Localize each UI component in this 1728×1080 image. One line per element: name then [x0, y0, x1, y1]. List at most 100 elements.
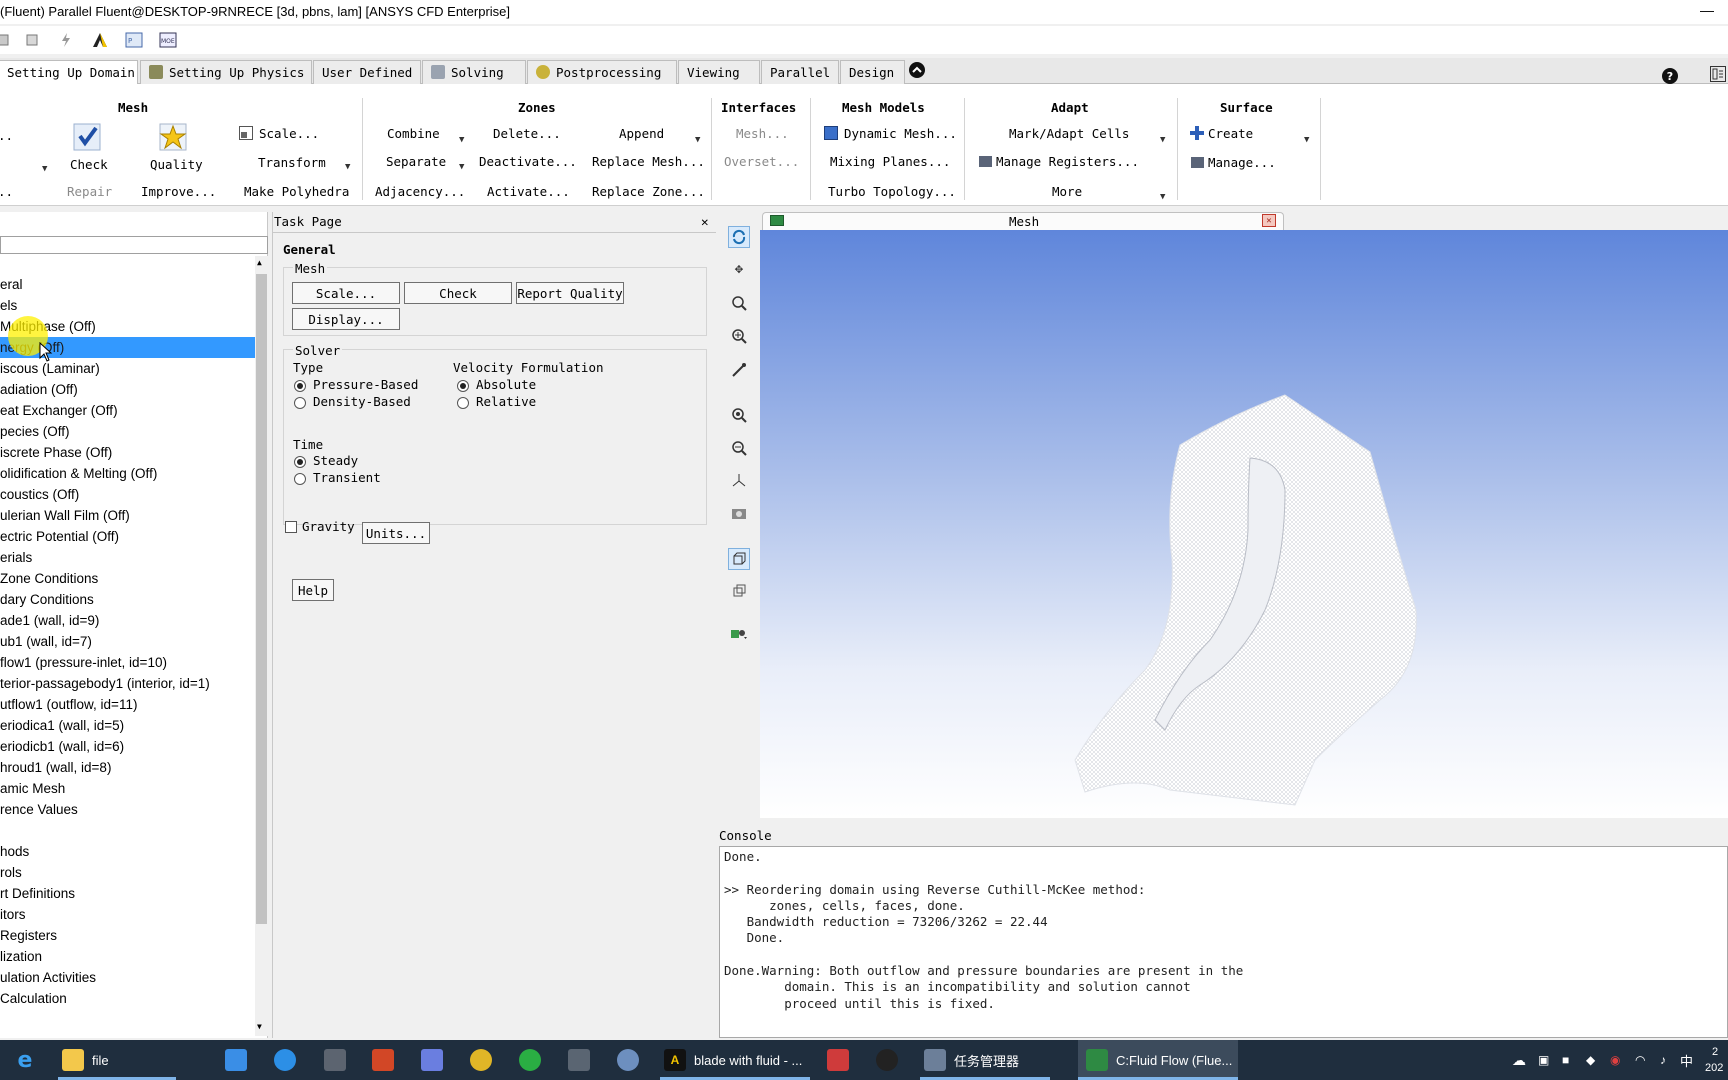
tree-item[interactable]: eat Exchanger (Off) [0, 400, 255, 421]
tree-item[interactable]: Zone Conditions [0, 568, 255, 589]
more-button[interactable]: More [1052, 184, 1082, 199]
tree-item[interactable]: dary Conditions [0, 589, 255, 610]
layout-icon[interactable] [1710, 66, 1726, 82]
check-button[interactable]: Check [404, 282, 512, 304]
tree-item[interactable]: eriodica1 (wall, id=5) [0, 715, 255, 736]
more-dropdown-icon[interactable]: ▼ [1160, 192, 1165, 202]
tree-item[interactable]: els [0, 295, 255, 316]
tab-setting-up-physics[interactable]: Setting Up Physics [140, 60, 312, 84]
mesh-left-button-2[interactable]: .. [0, 184, 13, 199]
tree-item[interactable]: ulation Activities [0, 967, 255, 988]
tab-user-defined[interactable]: User Defined [313, 60, 421, 84]
cloud-icon[interactable]: ☁ [1512, 1040, 1526, 1080]
graphics-viewport[interactable] [760, 230, 1728, 818]
transient-radio[interactable] [294, 473, 306, 485]
tree-item[interactable]: eriodicb1 (wall, id=6) [0, 736, 255, 757]
safari-icon[interactable] [274, 1040, 304, 1080]
units-button[interactable]: Units... [362, 522, 430, 544]
gravity-checkbox[interactable] [285, 521, 297, 533]
tree-item[interactable] [0, 820, 255, 841]
separate-dropdown-icon[interactable]: ▼ [459, 162, 464, 172]
tree-item[interactable]: flow1 (pressure-inlet, id=10) [0, 652, 255, 673]
tree-item[interactable]: ectric Potential (Off) [0, 526, 255, 547]
tree-item[interactable]: utflow1 (outflow, id=11) [0, 694, 255, 715]
taskbar-workbench[interactable]: A blade with fluid - ... [664, 1040, 814, 1080]
transform-dropdown-icon[interactable]: ▼ [345, 162, 350, 172]
tray-icon-2[interactable]: ■ [1562, 1040, 1569, 1080]
tray-icon-1[interactable]: ▣ [1538, 1040, 1549, 1080]
taskbar-fluent[interactable]: C:Fluid Flow (Flue... [1078, 1040, 1238, 1080]
rotate-icon[interactable] [728, 226, 750, 248]
save-icon[interactable] [22, 30, 42, 50]
console-output[interactable]: Done. >> Reordering domain using Reverse… [719, 846, 1728, 1038]
turbo-topology-button[interactable]: Turbo Topology... [828, 184, 956, 199]
wechat-icon[interactable] [519, 1040, 549, 1080]
create-surface-button[interactable]: Create [1208, 126, 1253, 141]
adjacency-button[interactable]: Adjacency... [375, 184, 465, 199]
scale-button[interactable]: Scale... [292, 282, 400, 304]
app-icon[interactable] [421, 1040, 451, 1080]
combine-dropdown-icon[interactable]: ▼ [459, 135, 464, 145]
tree-filter-input[interactable] [0, 236, 268, 254]
clock-date[interactable]: 202 [1705, 1048, 1723, 1080]
activate-button[interactable]: Activate... [487, 184, 570, 199]
wifi-icon[interactable]: ◠ [1635, 1040, 1645, 1080]
density-based-radio[interactable] [294, 397, 306, 409]
tree-item[interactable]: ulerian Wall Film (Off) [0, 505, 255, 526]
app2-icon[interactable] [827, 1040, 857, 1080]
tree-item[interactable]: hods [0, 841, 255, 862]
steady-radio[interactable] [294, 456, 306, 468]
transparency-icon[interactable] [728, 580, 750, 602]
display-button[interactable]: Display... [292, 308, 400, 330]
zoom-in-icon[interactable] [728, 325, 750, 347]
office-icon[interactable] [372, 1040, 402, 1080]
tab-postprocessing[interactable]: Postprocessing [527, 60, 677, 84]
tree-item[interactable]: ub1 (wall, id=7) [0, 631, 255, 652]
tab-solving[interactable]: Solving [422, 60, 526, 84]
zoom-out-icon[interactable] [728, 437, 750, 459]
collapse-ribbon-icon[interactable] [909, 62, 925, 78]
parameters-icon[interactable]: P [124, 30, 144, 50]
tree-item[interactable]: Registers [0, 925, 255, 946]
dropdown-arrow-icon[interactable]: ▼ [42, 164, 47, 174]
chrome-icon[interactable] [470, 1040, 500, 1080]
make-polyhedra-button[interactable]: Make Polyhedra [244, 184, 349, 199]
improve-button[interactable]: Improve... [141, 184, 216, 199]
open-icon[interactable] [0, 30, 12, 50]
scale-button[interactable]: Scale... [259, 126, 319, 141]
absolute-radio[interactable] [457, 380, 469, 392]
tab-setting-up-domain[interactable]: Setting Up Domain [0, 60, 138, 85]
pan-icon[interactable]: ✥ [728, 258, 750, 280]
tree-item[interactable]: eral [0, 274, 255, 295]
scroll-down-icon[interactable]: ▼ [257, 1022, 262, 1031]
security-icon[interactable]: ◆ [1586, 1040, 1595, 1080]
ansys-logo-icon[interactable] [90, 30, 110, 50]
tree-item[interactable]: rence Values [0, 799, 255, 820]
tree-item[interactable]: olidification & Melting (Off) [0, 463, 255, 484]
tree-scrollbar[interactable]: ▲ ▼ [255, 256, 268, 1036]
deactivate-button[interactable]: Deactivate... [479, 154, 577, 169]
tree-item[interactable]: adiation (Off) [0, 379, 255, 400]
tablet-icon[interactable] [568, 1040, 598, 1080]
quality-star-icon[interactable] [158, 122, 190, 152]
tree-item[interactable]: pecies (Off) [0, 421, 255, 442]
check-button[interactable]: Check [70, 157, 108, 172]
qq-icon[interactable] [876, 1040, 906, 1080]
relative-radio[interactable] [457, 397, 469, 409]
tab-parallel[interactable]: Parallel [761, 60, 839, 84]
report-quality-button[interactable]: Report Quality [516, 282, 624, 304]
tree-item[interactable]: coustics (Off) [0, 484, 255, 505]
view-3d-icon[interactable] [728, 548, 750, 570]
mark-adapt-dropdown-icon[interactable]: ▼ [1160, 135, 1165, 145]
manage-surface-button[interactable]: Manage... [1208, 155, 1276, 170]
combine-button[interactable]: Combine [387, 126, 440, 141]
tree-item[interactable]: ade1 (wall, id=9) [0, 610, 255, 631]
tab-viewing[interactable]: Viewing [678, 60, 760, 84]
task-page-close-icon[interactable]: ✕ [701, 214, 709, 229]
probe-icon[interactable] [728, 359, 750, 381]
append-button[interactable]: Append [619, 126, 664, 141]
mark-adapt-cells-button[interactable]: Mark/Adapt Cells [1009, 126, 1129, 141]
flash-icon[interactable] [56, 30, 76, 50]
edge-icon[interactable]: e [14, 1040, 44, 1080]
create-dropdown-icon[interactable]: ▼ [1304, 135, 1309, 145]
